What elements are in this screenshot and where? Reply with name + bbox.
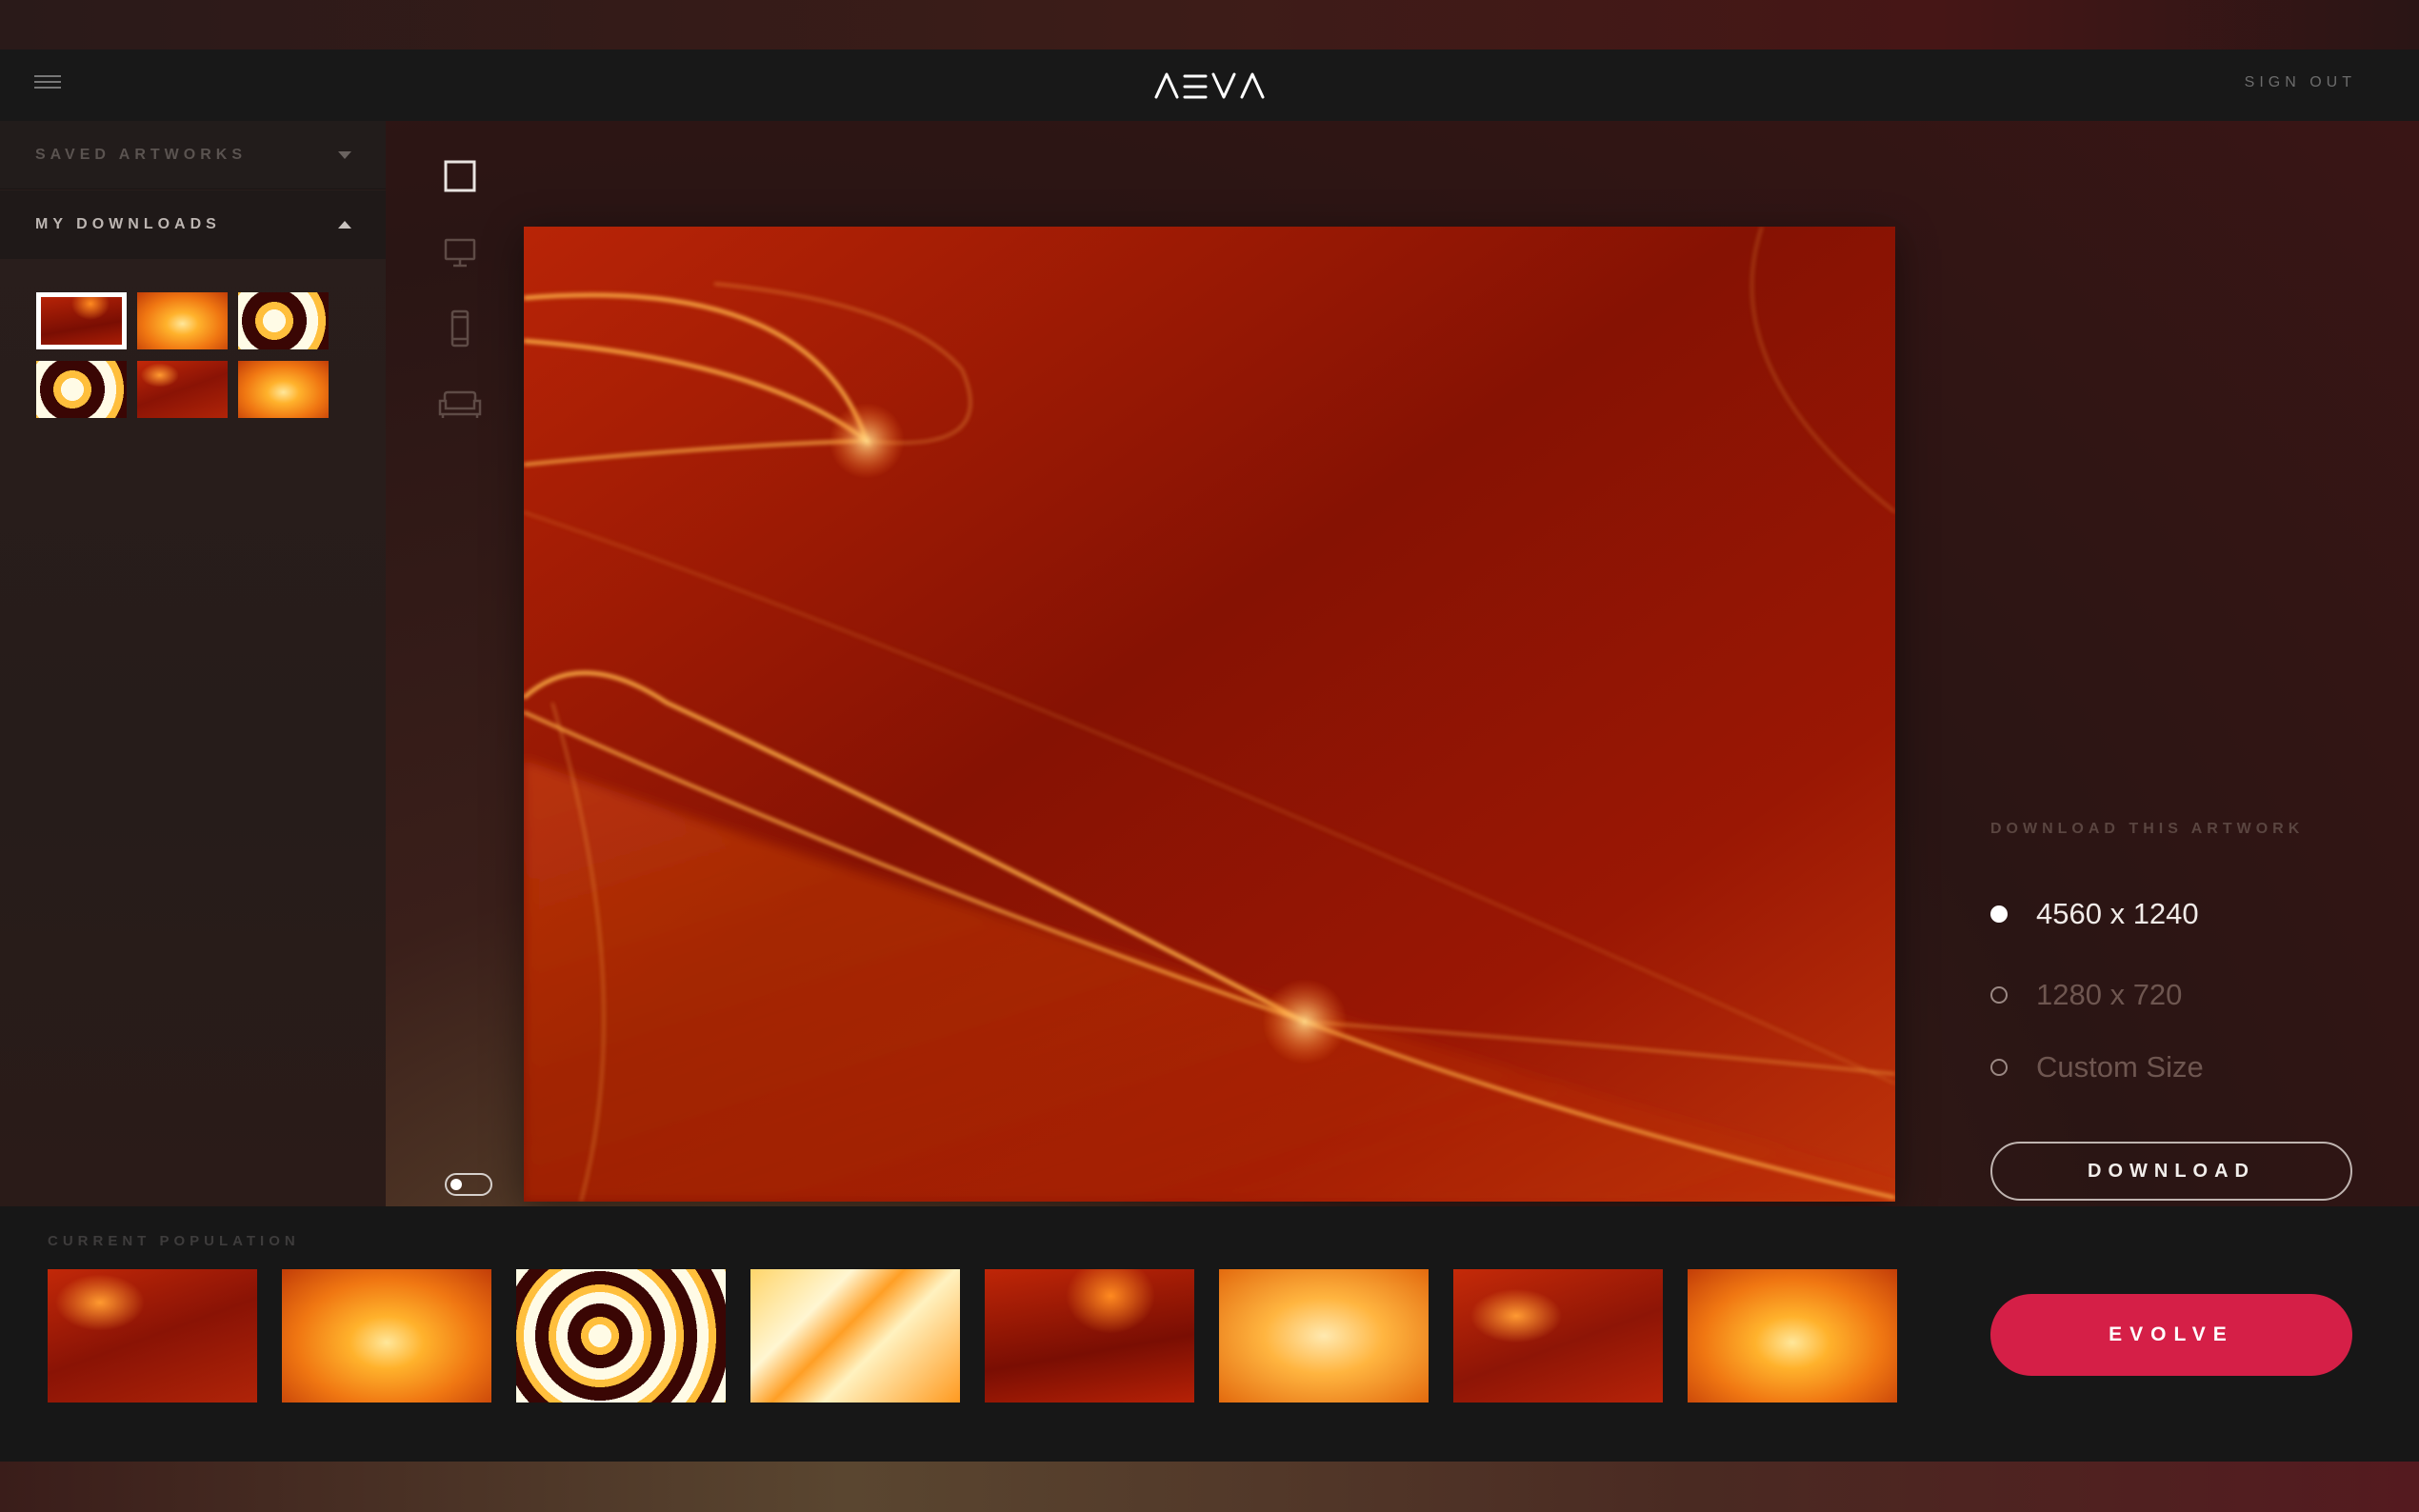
- population-thumbnail[interactable]: [48, 1269, 257, 1403]
- population-thumbnails: [48, 1269, 1897, 1403]
- size-option-label: 1280 x 720: [2036, 978, 2183, 1011]
- window-top-strip: [0, 0, 2419, 50]
- population-thumbnail[interactable]: [1453, 1269, 1663, 1403]
- population-bar: CURRENT POPULATION EVOLVE: [0, 1206, 2419, 1462]
- evolve-button[interactable]: EVOLVE: [1990, 1294, 2352, 1376]
- population-thumbnail[interactable]: [985, 1269, 1194, 1403]
- my-downloads-label: MY DOWNLOADS: [35, 216, 221, 232]
- background-toggle[interactable]: [445, 1173, 492, 1196]
- sign-out-link[interactable]: SIGN OUT: [2245, 74, 2356, 91]
- radio-unselected[interactable]: [1990, 986, 2008, 1004]
- radio-unselected[interactable]: [1990, 1059, 2008, 1076]
- chevron-up-icon: [338, 221, 351, 229]
- app-window: SIGN OUT SAVED ARTWORKS MY DOWNLOADS DOW…: [0, 50, 2419, 1462]
- download-thumbnail[interactable]: [137, 361, 228, 418]
- download-panel: DOWNLOAD THIS ARTWORK 4560 x 1240 1280 x…: [1990, 821, 2352, 1201]
- phone-icon[interactable]: [436, 305, 484, 352]
- size-option-4560x1240[interactable]: 4560 x 1240: [1990, 897, 2199, 931]
- download-thumbnail[interactable]: [238, 292, 329, 349]
- radio-selected[interactable]: [1990, 905, 2008, 923]
- downloads-grid: [36, 292, 331, 418]
- hamburger-menu-icon[interactable]: [34, 75, 61, 94]
- sofa-icon[interactable]: [436, 381, 484, 428]
- toggle-knob: [450, 1179, 462, 1190]
- size-option-label: Custom Size: [2036, 1050, 2204, 1084]
- artwork-preview: [524, 227, 1895, 1202]
- chevron-down-icon: [338, 150, 351, 159]
- size-option-custom[interactable]: Custom Size: [1990, 1050, 2204, 1084]
- size-option-label: 4560 x 1240: [2036, 897, 2199, 930]
- population-title: CURRENT POPULATION: [48, 1233, 300, 1249]
- my-downloads-section[interactable]: MY DOWNLOADS: [0, 190, 386, 259]
- population-thumbnail[interactable]: [1219, 1269, 1429, 1403]
- saved-artworks-section[interactable]: SAVED ARTWORKS: [0, 121, 386, 189]
- square-frame-icon[interactable]: [436, 152, 484, 200]
- population-thumbnail[interactable]: [750, 1269, 960, 1403]
- window-bottom-strip: [0, 1462, 2419, 1512]
- saved-artworks-label: SAVED ARTWORKS: [35, 146, 247, 163]
- population-thumbnail[interactable]: [516, 1269, 726, 1403]
- population-thumbnail[interactable]: [282, 1269, 491, 1403]
- download-thumbnail[interactable]: [36, 361, 127, 418]
- aeva-logo: [1154, 72, 1265, 99]
- size-option-1280x720[interactable]: 1280 x 720: [1990, 978, 2182, 1012]
- desktop-icon[interactable]: [436, 229, 484, 276]
- population-thumbnail[interactable]: [1688, 1269, 1897, 1403]
- display-mode-toolbar: [436, 152, 484, 457]
- download-button[interactable]: DOWNLOAD: [1990, 1142, 2352, 1201]
- header-bar: SIGN OUT: [0, 50, 2419, 121]
- download-panel-title: DOWNLOAD THIS ARTWORK: [1990, 821, 2305, 837]
- download-thumbnail[interactable]: [137, 292, 228, 349]
- download-thumbnail[interactable]: [238, 361, 329, 418]
- sidebar: SAVED ARTWORKS MY DOWNLOADS: [0, 121, 386, 1206]
- download-thumbnail[interactable]: [36, 292, 127, 349]
